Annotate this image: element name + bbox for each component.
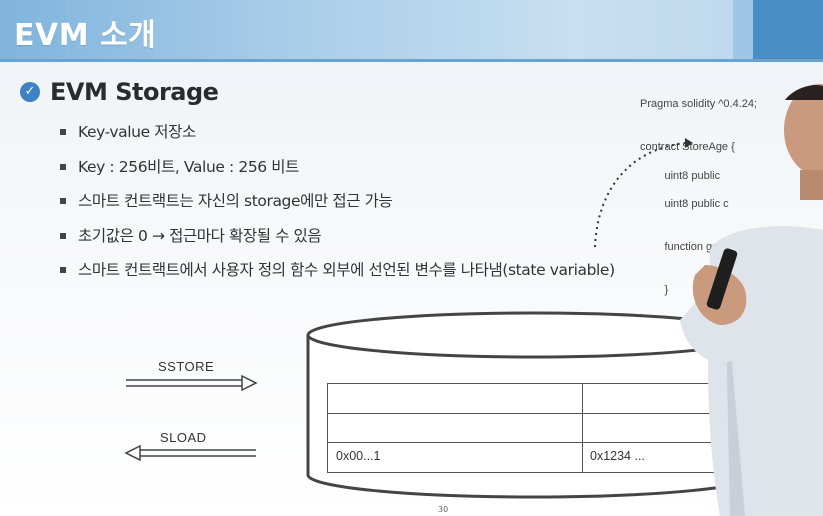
bullet-item: 초기값은 0 → 접근마다 확장될 수 있음 bbox=[60, 224, 615, 259]
bullet-square-icon bbox=[60, 129, 66, 135]
header-decoration-dark bbox=[753, 0, 823, 62]
sload-label: SLOAD bbox=[160, 430, 207, 445]
left-arrow-icon bbox=[124, 445, 256, 461]
bullet-item: Key : 256비트, Value : 256 비트 bbox=[60, 155, 615, 190]
bullet-square-icon bbox=[60, 198, 66, 204]
sstore-label: SSTORE bbox=[158, 359, 215, 374]
bullet-square-icon bbox=[60, 232, 66, 239]
bullet-item: 스마트 컨트랙트는 자신의 storage에만 접근 가능 bbox=[60, 189, 615, 224]
bullet-item: Key-value 저장소 bbox=[60, 120, 615, 155]
section-heading: ✓ EVM Storage bbox=[20, 78, 219, 106]
title-bar: EVM 소개 bbox=[0, 0, 823, 62]
presenter-image bbox=[680, 84, 823, 516]
key-cell: 0x00...1 bbox=[336, 449, 381, 463]
bullet-square-icon bbox=[60, 267, 66, 273]
section-title: EVM Storage bbox=[50, 78, 219, 106]
bullet-item: 스마트 컨트랙트에서 사용자 정의 함수 외부에 선언된 변수를 나타냄(sta… bbox=[60, 258, 615, 293]
slide-title: EVM 소개 bbox=[14, 18, 157, 53]
bullet-list: Key-value 저장소 Key : 256비트, Value : 256 비… bbox=[60, 120, 615, 293]
check-circle-icon: ✓ bbox=[20, 82, 40, 102]
value-cell: 0x1234 ... bbox=[590, 449, 645, 463]
table-column-divider bbox=[582, 384, 583, 472]
bullet-square-icon bbox=[60, 163, 66, 170]
right-arrow-icon bbox=[126, 375, 258, 391]
page-number: 30 bbox=[438, 505, 449, 514]
